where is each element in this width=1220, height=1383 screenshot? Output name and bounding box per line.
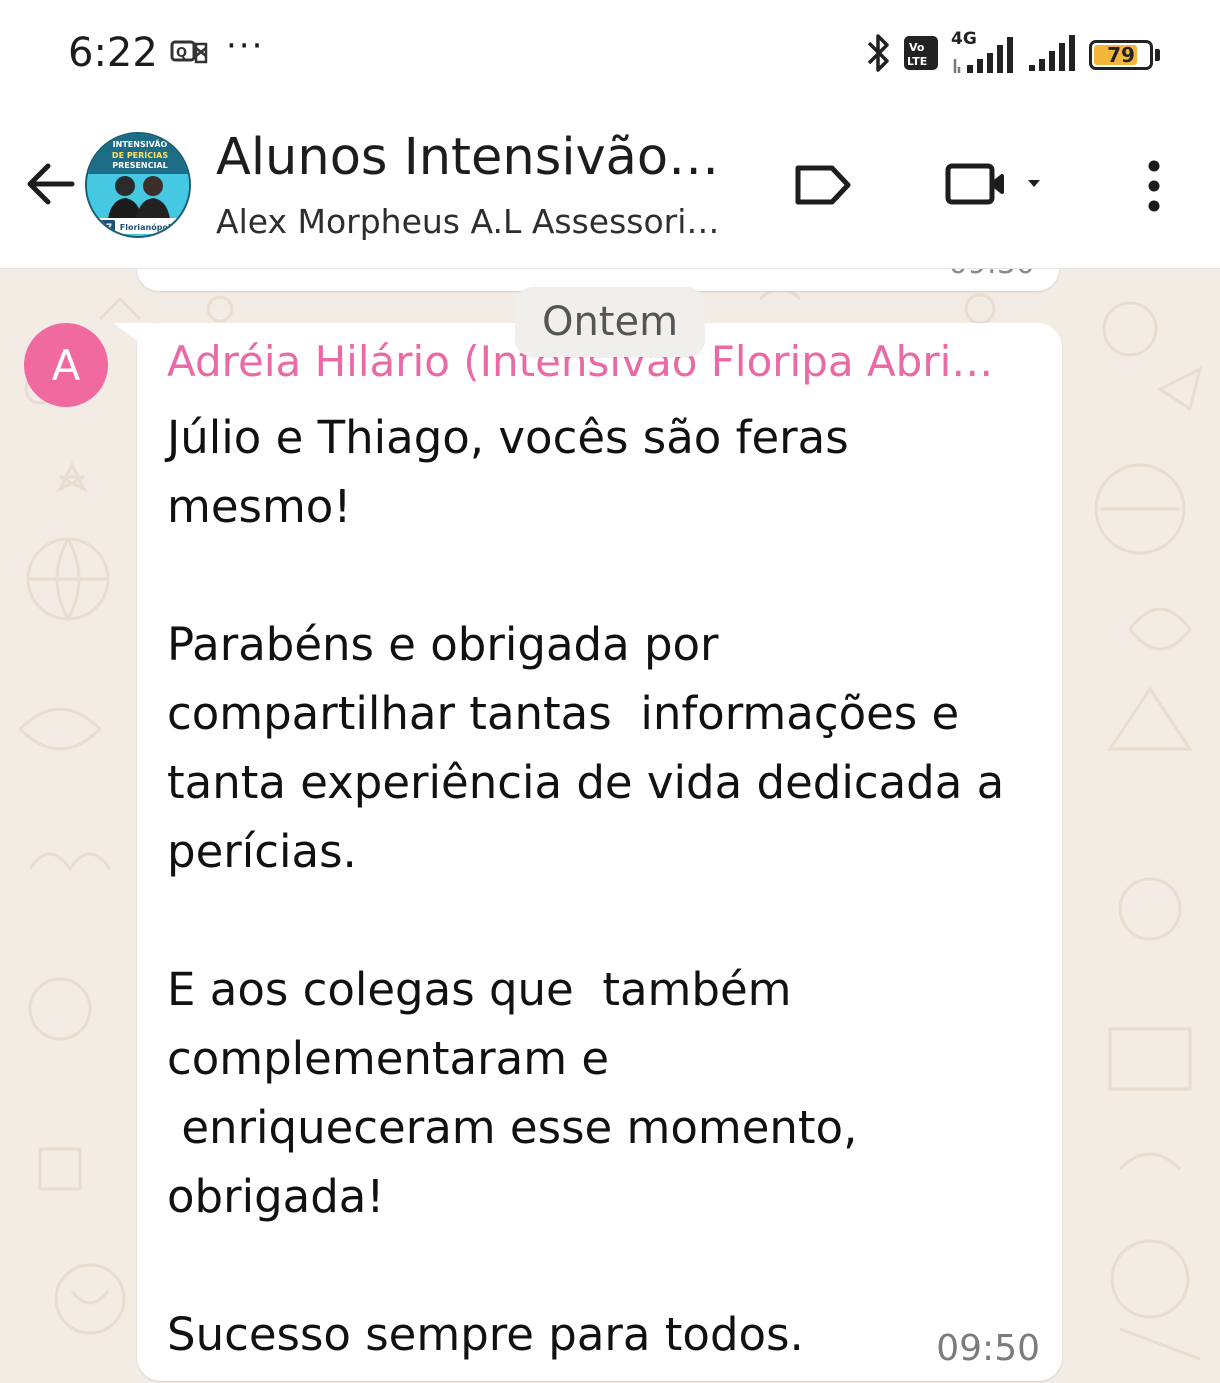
group-avatar[interactable]: INTENSIVÃO DE PERÍCIAS PRESENCIAL 17 Flo… bbox=[85, 132, 191, 238]
more-options-button[interactable] bbox=[1134, 156, 1174, 216]
more-vertical-icon bbox=[1148, 160, 1160, 212]
message-time: 09:50 bbox=[936, 1328, 1040, 1369]
chevron-down-icon bbox=[1028, 180, 1040, 187]
avatar-badge-text: 17 bbox=[100, 223, 113, 233]
svg-text:Q: Q bbox=[176, 46, 187, 61]
back-button[interactable] bbox=[20, 154, 80, 214]
status-time: 6:22 bbox=[68, 30, 158, 76]
signal-icon: 4G bbox=[949, 29, 1017, 77]
svg-text:LTE: LTE bbox=[907, 55, 927, 68]
video-call-button[interactable] bbox=[940, 154, 1060, 214]
video-camera-icon bbox=[945, 163, 1040, 205]
avatar-mid1-text: DE PERÍCIAS bbox=[112, 149, 168, 160]
label-tag-icon bbox=[795, 165, 851, 205]
more-notifications: ··· bbox=[226, 26, 265, 66]
volte-icon: Vo LTE bbox=[903, 35, 939, 75]
group-photo: INTENSIVÃO DE PERÍCIAS PRESENCIAL 17 Flo… bbox=[87, 134, 189, 236]
notification-icon: Q bbox=[170, 36, 210, 74]
status-bar: 6:22 Q ··· Vo LTE 4G 79 bbox=[0, 0, 1220, 110]
battery-tip bbox=[1155, 49, 1160, 61]
battery-indicator: 79 bbox=[1089, 40, 1153, 70]
avatar-city-text: Florianópolis bbox=[120, 222, 179, 232]
date-chip: Ontem bbox=[515, 287, 705, 357]
chat-area[interactable]: 09:30 A Adréia Hilário (Intensivão Flori… bbox=[0, 269, 1220, 1383]
signal-icon-sim2 bbox=[1027, 31, 1079, 79]
message-text: Júlio e Thiago, vocês são feras mesmo! P… bbox=[167, 411, 1005, 1361]
message-bubble[interactable]: Adréia Hilário (Intensivão Floripa Abri…… bbox=[137, 323, 1062, 1381]
chat-title[interactable]: Alunos Intensivão… bbox=[216, 128, 719, 187]
battery-level: 79 bbox=[1107, 43, 1135, 67]
previous-message-time: 09:30 bbox=[949, 269, 1035, 281]
avatar-top-text: INTENSIVÃO bbox=[113, 139, 168, 149]
chat-participants[interactable]: Alex Morpheus A.L Assessori… bbox=[216, 202, 719, 241]
avatar-mid2-text: PRESENCIAL bbox=[112, 161, 168, 170]
chat-header: INTENSIVÃO DE PERÍCIAS PRESENCIAL 17 Flo… bbox=[0, 110, 1220, 269]
svg-text:Vo: Vo bbox=[909, 41, 925, 54]
status-indicators: Vo LTE 4G 79 bbox=[863, 29, 1160, 80]
sender-avatar[interactable]: A bbox=[24, 323, 108, 407]
arrow-left-icon bbox=[27, 163, 75, 205]
label-button[interactable] bbox=[790, 160, 856, 210]
bluetooth-icon bbox=[863, 31, 893, 79]
